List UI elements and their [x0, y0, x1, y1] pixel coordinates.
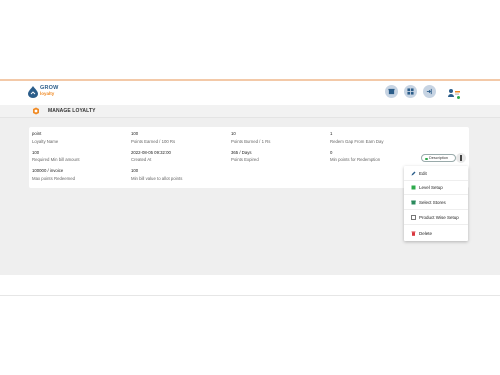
- menu-item-level-setup[interactable]: Level Setup: [404, 181, 468, 195]
- footer-divider: [0, 295, 500, 296]
- trash-icon: [411, 231, 416, 236]
- drop-logo-icon: [28, 86, 38, 98]
- page-title: MANAGE LOYALTY: [48, 108, 96, 114]
- points-expired-label: Points Expired: [231, 157, 259, 162]
- menu-item-delete[interactable]: Delete: [404, 226, 468, 240]
- menu-item-edit[interactable]: Edit: [404, 167, 468, 181]
- created-at-label: Created At: [131, 157, 152, 162]
- store-button[interactable]: [385, 85, 398, 98]
- store-icon: [411, 200, 416, 205]
- min-bill-allot-label: Min bill value to allot points: [131, 176, 183, 181]
- logout-icon: [426, 88, 432, 95]
- dashboard-button[interactable]: [404, 85, 417, 98]
- points-earned-label: Points Earned / 100 Rs: [131, 139, 176, 144]
- loyalty-name-label: Loyalty Name: [32, 139, 59, 144]
- menu-item-select-stores[interactable]: Select Stores: [404, 196, 468, 210]
- logout-button[interactable]: [423, 85, 436, 98]
- status-dot: [425, 157, 428, 160]
- loyalty-icon: [33, 107, 39, 115]
- menu-item-label: Delete: [419, 230, 433, 236]
- menu-item-label: Level Setup: [419, 185, 443, 190]
- brand-logo[interactable]: GROW loyalty: [28, 85, 68, 101]
- product-icon: [411, 215, 416, 220]
- min-points-redemption-value: 0: [330, 150, 333, 155]
- description-button[interactable]: Description: [421, 154, 456, 162]
- loyalty-card: point Loyalty Name 100 Points Earned / 1…: [29, 127, 469, 188]
- brand-tagline: loyalty: [40, 91, 55, 96]
- menu-item-product-wise-setup[interactable]: Product Wise Setup: [404, 211, 468, 225]
- menu-item-label: Edit: [419, 171, 427, 176]
- online-status-dot: [457, 96, 460, 99]
- more-options-button[interactable]: [456, 153, 466, 163]
- points-burned-value: 10: [231, 131, 236, 136]
- loyalty-name-value: point: [32, 131, 42, 136]
- min-bill-value: 100: [32, 150, 40, 155]
- points-burned-label: Points Burned / 1 Rs: [231, 139, 271, 144]
- max-points-redeemed-value: 100000 / invoice: [32, 168, 64, 173]
- redeem-gap-value: 1: [330, 131, 333, 136]
- created-at-value: 2022-08-05 09:32:00: [131, 150, 171, 155]
- description-label: Description: [429, 156, 448, 160]
- redeem-gap-label: Redem Gap From Earn Day: [330, 139, 384, 144]
- actions-menu: Edit Level Setup Select Stores Product W…: [404, 166, 468, 241]
- min-bill-allot-value: 100: [131, 168, 139, 173]
- min-bill-label: Required Min bill amount: [32, 157, 80, 162]
- menu-item-label: Product Wise Setup: [419, 215, 459, 220]
- min-points-redemption-label: Min points for Redemption: [330, 157, 381, 162]
- points-earned-value: 100: [131, 131, 139, 136]
- level-icon: [411, 185, 416, 190]
- points-expired-value: 365 / Days: [231, 150, 252, 155]
- store-icon: [388, 88, 395, 95]
- menu-item-label: Select Stores: [419, 200, 446, 205]
- max-points-redeemed-label: Max points Redeemed: [32, 176, 75, 181]
- app-window: GROW loyalty MANAGE LOYALTY point Loyalt…: [0, 0, 500, 375]
- dashboard-icon: [407, 88, 414, 95]
- kebab-dot: [460, 159, 462, 161]
- pencil-icon: [411, 171, 416, 176]
